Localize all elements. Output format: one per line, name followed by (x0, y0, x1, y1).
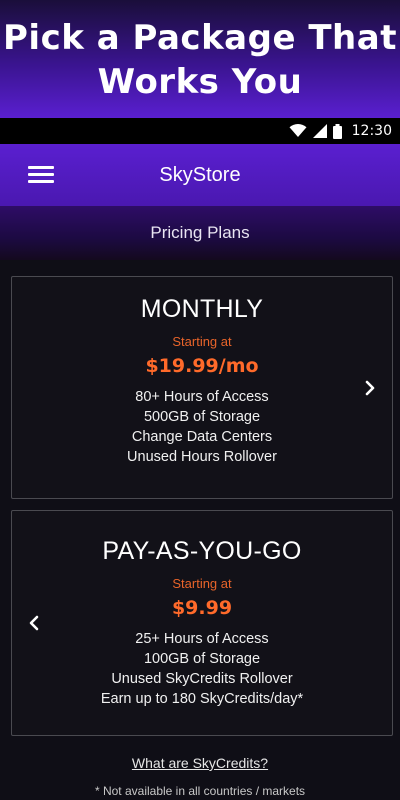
feature-list: 80+ Hours of Access 500GB of Storage Cha… (12, 387, 392, 467)
status-bar: 12:30 (0, 118, 400, 144)
feature-list: 25+ Hours of Access 100GB of Storage Unu… (12, 629, 392, 709)
feature-item: 100GB of Storage (143, 651, 261, 667)
battery-icon (332, 123, 342, 139)
promo-title-line-1: Pick a Package That (3, 18, 397, 58)
availability-footnote: * Not available in all countries / marke… (94, 784, 306, 798)
sub-header: Pricing Plans (0, 206, 400, 260)
feature-item: 25+ Hours of Access (135, 631, 269, 647)
what-are-skycredits-link[interactable]: What are SkyCredits? (0, 755, 400, 771)
feature-item: Change Data Centers (131, 429, 273, 445)
cellular-signal-icon (312, 124, 327, 138)
feature-item: Unused Hours Rollover (127, 449, 277, 465)
page-title: Pricing Plans (150, 223, 250, 242)
plan-name: PAY-AS-YOU-GO (102, 537, 302, 565)
promo-title-line-2: Works You (97, 62, 303, 102)
wifi-icon (289, 124, 307, 137)
starting-at-label: Starting at (172, 576, 232, 591)
status-time: 12:30 (351, 123, 392, 139)
chevron-left-icon[interactable] (24, 613, 44, 633)
promo-banner: Pick a Package That Works You (0, 0, 400, 118)
plan-name: MONTHLY (140, 295, 264, 323)
plan-price: $19.99/mo (145, 355, 259, 377)
status-icons: 12:30 (289, 118, 392, 144)
promo-title: Pick a Package That Works You (0, 16, 400, 104)
feature-item: 500GB of Storage (143, 409, 261, 425)
feature-item: Unused SkyCredits Rollover (111, 671, 293, 687)
plan-card-monthly[interactable]: MONTHLY Starting at $19.99/mo 80+ Hours … (11, 276, 393, 499)
feature-item: Earn up to 180 SkyCredits/day* (100, 691, 304, 707)
plan-price: $9.99 (171, 597, 233, 619)
plan-card-pay-as-you-go[interactable]: PAY-AS-YOU-GO Starting at $9.99 25+ Hour… (11, 510, 393, 736)
feature-item: 80+ Hours of Access (135, 389, 269, 405)
app-bar: SkyStore (0, 144, 400, 206)
chevron-right-icon[interactable] (360, 378, 380, 398)
starting-at-label: Starting at (172, 334, 232, 349)
app-title: SkyStore (159, 164, 241, 186)
